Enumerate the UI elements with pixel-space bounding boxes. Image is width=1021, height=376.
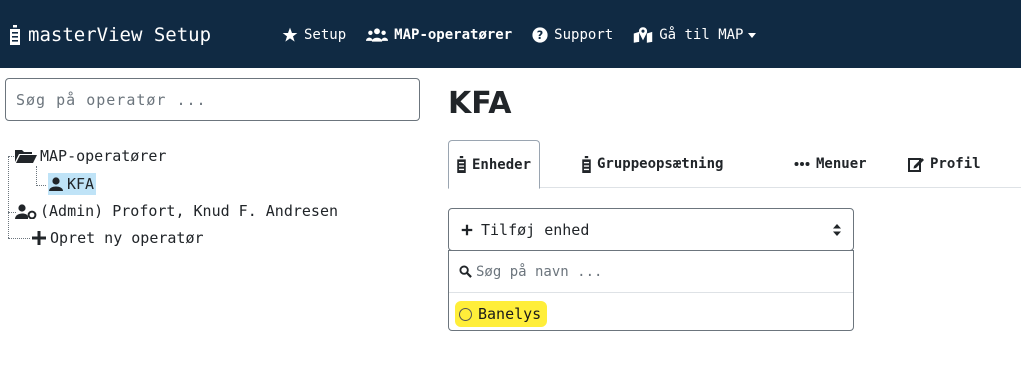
nav-goto-map[interactable]: Gå til MAP xyxy=(633,27,757,43)
nav-support-label: Support xyxy=(554,27,614,43)
nav-goto-map-label: Gå til MAP xyxy=(659,27,744,43)
tree-node-map-operators[interactable]: MAP-operatører xyxy=(15,145,166,167)
device-icon xyxy=(10,25,20,45)
search-icon xyxy=(459,265,472,278)
radio-icon[interactable] xyxy=(459,307,472,321)
tree-node-kfa[interactable]: KFA xyxy=(48,173,97,195)
add-unit-label: Tilføj enhed xyxy=(481,220,590,239)
tree-connector xyxy=(8,156,9,238)
tree-node-label: KFA xyxy=(67,175,95,193)
tab-label: Gruppeopsætning xyxy=(597,156,724,172)
unit-name-search-input[interactable]: Søg på navn ... xyxy=(449,251,853,293)
user-icon xyxy=(49,177,63,191)
tree-node-admin[interactable]: (Admin) Profort, Knud F. Andresen xyxy=(15,200,338,222)
edit-icon xyxy=(908,158,924,172)
chevron-down-icon xyxy=(748,32,757,38)
users-icon xyxy=(366,28,389,42)
folder-open-icon xyxy=(15,150,37,163)
tab-profile[interactable]: Profil xyxy=(908,140,981,188)
tab-label: Enheder xyxy=(472,156,532,173)
question-circle-icon: ? xyxy=(532,27,548,43)
plus-icon xyxy=(461,224,473,235)
tab-units[interactable]: Enheder xyxy=(448,140,541,189)
nav-map-operators[interactable]: MAP-operatører xyxy=(366,27,512,43)
tree-connector xyxy=(8,238,30,239)
svg-text:?: ? xyxy=(537,29,544,42)
operator-search-input[interactable] xyxy=(5,78,420,121)
unit-name-search-placeholder: Søg på navn ... xyxy=(476,263,603,280)
tab-label: Menuer xyxy=(816,156,867,172)
plus-icon xyxy=(32,231,46,245)
top-navbar: masterView Setup Setup MAP-operatører ? xyxy=(0,0,1021,68)
add-unit-menu: Søg på navn ... Banelys xyxy=(448,250,854,331)
tab-bar: Enheder Gruppeopsætning Menuer Profil xyxy=(448,140,1021,189)
nav-setup[interactable]: Setup xyxy=(282,27,346,43)
user-cog-icon xyxy=(15,203,37,219)
ellipsis-icon xyxy=(794,162,810,166)
nav-setup-label: Setup xyxy=(304,27,347,43)
main-panel: KFA Enheder Gruppeopsætning Menuer Profi… xyxy=(428,68,1021,376)
star-icon xyxy=(282,27,298,42)
unit-option-banelys[interactable]: Banelys xyxy=(455,301,548,327)
nav-map-operators-label: MAP-operatører xyxy=(394,27,513,43)
operator-tree: MAP-operatører KFA (Admin) Profort, Knud… xyxy=(0,136,428,266)
tree-node-label: MAP-operatører xyxy=(40,147,167,165)
map-marker-icon xyxy=(633,27,653,43)
tree-node-create-operator[interactable]: Opret ny operatør xyxy=(31,227,204,249)
tree-connector xyxy=(36,166,37,186)
tree-node-label: Opret ny operatør xyxy=(50,229,204,247)
add-unit-select[interactable]: Tilføj enhed xyxy=(448,208,854,251)
main-nav: Setup MAP-operatører ? Support Gå til MA… xyxy=(282,24,776,46)
device-icon xyxy=(582,155,591,173)
brand-title: masterView Setup xyxy=(28,24,212,46)
tab-label: Profil xyxy=(930,156,981,172)
page-title: KFA xyxy=(448,86,512,121)
tree-node-label: (Admin) Profort, Knud F. Andresen xyxy=(40,202,339,220)
tab-group-setup[interactable]: Gruppeopsætning xyxy=(582,140,723,188)
device-icon xyxy=(457,156,466,173)
tab-menus[interactable]: Menuer xyxy=(794,140,867,188)
nav-support[interactable]: ? Support xyxy=(532,27,613,43)
select-arrows-icon xyxy=(833,223,841,236)
unit-option-label: Banelys xyxy=(478,305,542,323)
tree-connector xyxy=(36,185,46,186)
sidebar: MAP-operatører KFA (Admin) Profort, Knud… xyxy=(0,68,428,376)
brand[interactable]: masterView Setup xyxy=(10,22,211,48)
